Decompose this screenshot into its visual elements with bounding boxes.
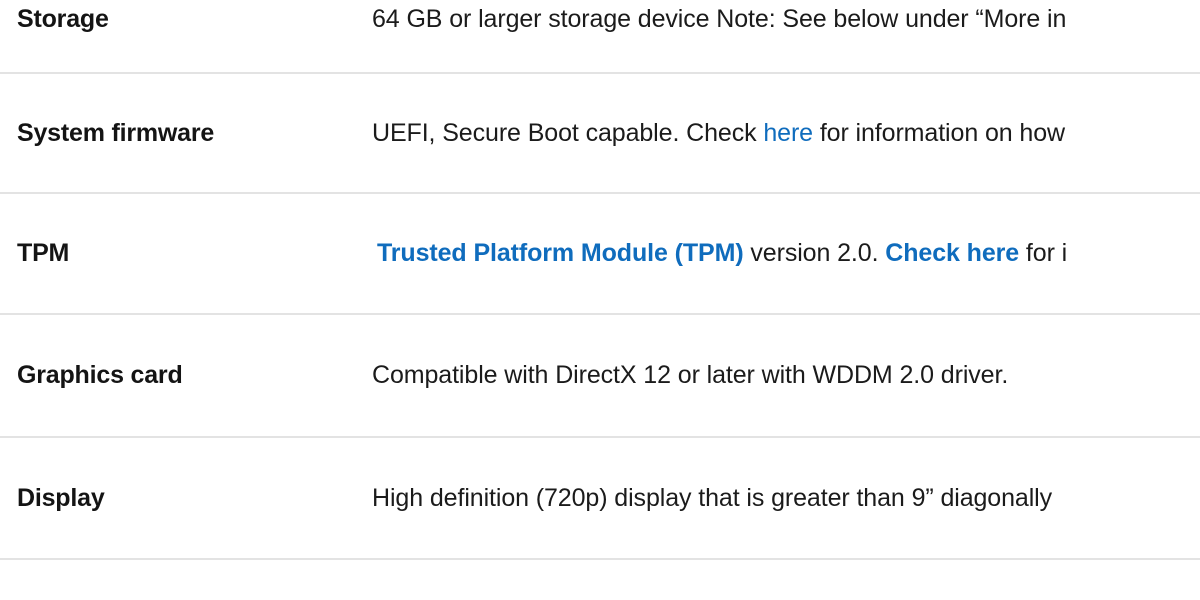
requirement-label-display: Display (17, 483, 105, 512)
value-text: High definition (720p) display that is g… (372, 483, 1053, 512)
requirement-label-graphics-card: Graphics card (17, 361, 183, 389)
requirement-label-tpm: TPM (17, 239, 70, 267)
value-text: for i (1019, 239, 1068, 267)
requirement-label-storage: Storage (17, 5, 109, 33)
requirement-value-system-firmware: UEFI, Secure Boot capable. Check here fo… (372, 119, 1200, 148)
system-requirements-table: Storage 64 GB or larger storage device N… (0, 0, 1200, 600)
table-row: Graphics card Compatible with DirectX 12… (0, 315, 1200, 438)
requirement-value-display: High definition (720p) display that is g… (372, 484, 1200, 513)
table-row: System firmware UEFI, Secure Boot capabl… (0, 74, 1200, 194)
value-text: version 2.0. (743, 239, 886, 267)
table-row: TPM Trusted Platform Module (TPM) versio… (0, 194, 1200, 315)
here-link[interactable]: here (763, 119, 813, 147)
requirement-value-tpm: Trusted Platform Module (TPM) version 2.… (372, 239, 1200, 268)
value-text: 64 GB or larger storage device Note: See… (372, 5, 1067, 33)
value-text: Compatible with DirectX 12 or later with… (372, 361, 1009, 389)
requirement-value-storage: 64 GB or larger storage device Note: See… (372, 0, 1200, 38)
value-text: for information on how (812, 118, 1065, 147)
table-row: Display High definition (720p) display t… (0, 438, 1200, 560)
trusted-platform-module-link[interactable]: Trusted Platform Module (TPM) (377, 239, 744, 267)
table-row-partial (0, 560, 1200, 600)
value-text: UEFI, Secure Boot capable. Check (372, 118, 764, 147)
table-row: Storage 64 GB or larger storage device N… (0, 0, 1200, 74)
requirement-label-system-firmware: System firmware (17, 118, 215, 147)
requirement-value-graphics-card: Compatible with DirectX 12 or later with… (372, 361, 1200, 390)
check-here-link[interactable]: Check here (885, 239, 1019, 267)
